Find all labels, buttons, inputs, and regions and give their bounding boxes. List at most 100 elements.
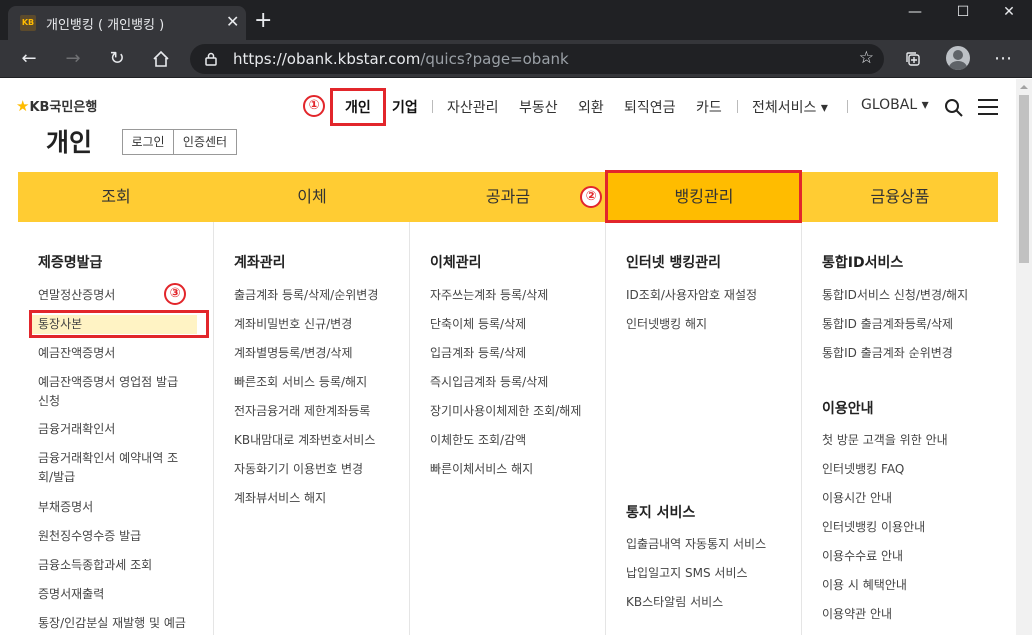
menu-link[interactable]: 예금잔액증명서 [38, 344, 203, 363]
tab-title: 개인뱅킹 ( 개인뱅킹 ) [46, 18, 165, 33]
scrollbar-thumb[interactable] [1019, 95, 1029, 263]
page-content: ★KB국민은행 개인 로그인 인증센터 개인 기업 자산관리 부동산 외환 퇴직… [0, 79, 1016, 635]
menu-link[interactable]: 이용수수료 안내 [822, 547, 987, 566]
tab-close-icon[interactable]: ✕ [226, 13, 239, 31]
menu-link[interactable]: 장기미사용이체제한 조회/해제 [430, 402, 605, 421]
url-text: https://obank.kbstar.com/quics?page=oban… [233, 50, 569, 68]
nav-all-services[interactable]: 전체서비스 ▾ [752, 97, 828, 117]
menu-link[interactable]: 통장/인감분실 재발행 및 예금 [38, 614, 213, 633]
menu-link[interactable]: 이용시간 안내 [822, 489, 987, 508]
nav-pension[interactable]: 퇴직연금 [624, 97, 676, 117]
menu-link[interactable]: 인터넷뱅킹 FAQ [822, 460, 987, 479]
annotation-box-bankbook-copy [29, 310, 209, 338]
menu-link[interactable]: 인터넷뱅킹 해지 [626, 315, 791, 334]
kb-logo[interactable]: ★KB국민은행 [16, 96, 97, 115]
profile-avatar[interactable] [946, 46, 970, 70]
menu-link[interactable]: 통합ID 출금계좌등록/삭제 [822, 315, 987, 334]
menu-link[interactable]: 금융거래확인서 예약내역 조회/발급 [38, 449, 190, 487]
column-title: 통합ID서비스 [822, 255, 904, 271]
menu-link[interactable]: 자동화기기 이용번호 변경 [234, 460, 399, 479]
menu-link[interactable]: KB스타알림 서비스 [626, 593, 791, 612]
menu-link[interactable]: 증명서재출력 [38, 585, 203, 604]
page-scrollbar[interactable] [1016, 79, 1032, 635]
nav-realestate[interactable]: 부동산 [519, 97, 558, 117]
mega-menu: 제증명발급 연말정산증명서 통장사본 예금잔액증명서 예금잔액증명서 영업점 발… [18, 222, 998, 635]
menu-link[interactable]: 납입일고지 SMS 서비스 [626, 564, 791, 583]
menu-link[interactable]: 전자금융거래 제한계좌등록 [234, 402, 399, 421]
menu-link[interactable]: 금융소득종합과세 조회 [38, 556, 203, 575]
more-menu-icon[interactable]: ⋯ [990, 46, 1016, 72]
menu-link[interactable]: ID조회/사용자암호 재설정 [626, 286, 791, 305]
menu-link[interactable]: 금융거래확인서 [38, 420, 203, 439]
menu-link[interactable]: 계좌별명등록/변경/삭제 [234, 344, 399, 363]
column-title: 인터넷 뱅킹관리 [626, 255, 722, 271]
home-icon[interactable] [148, 46, 174, 72]
back-arrow-icon[interactable]: ← [16, 46, 42, 72]
gnb-utility[interactable]: 공과금 [410, 172, 606, 222]
window-close-icon[interactable]: ✕ [994, 4, 1024, 26]
menu-link[interactable]: 입금계좌 등록/삭제 [430, 344, 595, 363]
menu-link[interactable]: 계좌뷰서비스 해지 [234, 489, 399, 508]
annotation-box-personal [330, 88, 386, 126]
browser-tab[interactable]: KB 개인뱅킹 ( 개인뱅킹 ) ✕ [8, 6, 246, 40]
column-title: 통지 서비스 [626, 505, 696, 521]
menu-link[interactable]: 통합ID서비스 신청/변경/해지 [822, 286, 987, 305]
gnb-financial-products[interactable]: 금융상품 [802, 172, 998, 222]
menu-link[interactable]: 이용 시 혜택안내 [822, 576, 987, 595]
nav-business[interactable]: 기업 [392, 97, 418, 117]
menu-column-integrated-id: 통합ID서비스 통합ID서비스 신청/변경/해지 통합ID 출금계좌등록/삭제 … [802, 222, 998, 635]
annotation-number-2: ② [580, 186, 602, 208]
menu-link[interactable]: 출금계좌 등록/삭제/순위변경 [234, 286, 399, 305]
menu-column-certificates: 제증명발급 연말정산증명서 통장사본 예금잔액증명서 예금잔액증명서 영업점 발… [18, 222, 214, 635]
menu-link[interactable]: 입출금내역 자동통지 서비스 [626, 535, 791, 554]
scroll-up-icon[interactable] [1020, 83, 1028, 91]
menu-link[interactable]: 계좌비밀번호 신규/변경 [234, 315, 399, 334]
forward-arrow-icon[interactable]: → [60, 46, 86, 72]
main-menu-bar: 조회 이체 공과금 뱅킹관리 금융상품 [18, 172, 998, 222]
maximize-icon[interactable]: ☐ [948, 4, 978, 26]
menu-link[interactable]: 자주쓰는계좌 등록/삭제 [430, 286, 595, 305]
column-title: 계좌관리 [234, 255, 286, 271]
column-title: 이용안내 [822, 401, 874, 417]
nav-divider [432, 100, 433, 113]
menu-link[interactable]: 인터넷뱅킹 이용안내 [822, 518, 987, 537]
annotation-box-banking-management [605, 170, 802, 223]
menu-link[interactable]: 즉시입금계좌 등록/삭제 [430, 373, 595, 392]
browser-titlebar: KB 개인뱅킹 ( 개인뱅킹 ) ✕ + — ☐ ✕ [0, 0, 1032, 40]
collections-icon[interactable] [900, 46, 926, 72]
menu-link[interactable]: 예금잔액증명서 영업점 발급 신청 [38, 373, 188, 411]
menu-link[interactable]: 빠른조회 서비스 등록/해지 [234, 373, 399, 392]
menu-column-account-management: 계좌관리 출금계좌 등록/삭제/순위변경 계좌비밀번호 신규/변경 계좌별명등록… [214, 222, 410, 635]
menu-link[interactable]: 원천징수영수증 발급 [38, 527, 203, 546]
minimize-icon[interactable]: — [900, 4, 930, 26]
address-bar[interactable]: https://obank.kbstar.com/quics?page=oban… [190, 44, 884, 74]
hamburger-menu-icon[interactable] [978, 99, 998, 115]
nav-global[interactable]: GLOBAL ▾ [861, 97, 929, 113]
column-title: 이체관리 [430, 255, 482, 271]
lock-icon [205, 52, 217, 66]
menu-column-transfer-management: 이체관리 자주쓰는계좌 등록/삭제 단축이체 등록/삭제 입금계좌 등록/삭제 … [410, 222, 606, 635]
gnb-inquiry[interactable]: 조회 [18, 172, 214, 222]
nav-card[interactable]: 카드 [696, 97, 722, 117]
search-icon[interactable] [944, 98, 964, 118]
cert-center-button[interactable]: 인증센터 [173, 129, 237, 155]
login-button[interactable]: 로그인 [122, 129, 174, 155]
menu-link[interactable]: 통합ID 출금계좌 순위변경 [822, 344, 987, 363]
gnb-transfer[interactable]: 이체 [214, 172, 410, 222]
menu-link[interactable]: 이체한도 조회/감액 [430, 431, 595, 450]
nav-fx[interactable]: 외환 [578, 97, 604, 117]
menu-link[interactable]: KB내맘대로 계좌번호서비스 [234, 431, 399, 450]
menu-link[interactable]: 부채증명서 [38, 498, 203, 517]
new-tab-icon[interactable]: + [254, 9, 272, 33]
menu-link[interactable]: 빠른이체서비스 해지 [430, 460, 595, 479]
menu-column-internet-banking: 인터넷 뱅킹관리 ID조회/사용자암호 재설정 인터넷뱅킹 해지 통지 서비스 … [606, 222, 802, 635]
menu-link[interactable]: 단축이체 등록/삭제 [430, 315, 595, 334]
nav-divider [737, 100, 738, 113]
menu-link[interactable]: 첫 방문 고객을 위한 안내 [822, 431, 987, 450]
menu-link[interactable]: 이용약관 안내 [822, 605, 987, 624]
reload-icon[interactable]: ↻ [104, 46, 130, 72]
nav-asset[interactable]: 자산관리 [447, 97, 499, 117]
annotation-number-1: ① [303, 95, 325, 117]
bookmark-star-icon[interactable]: ☆ [859, 48, 874, 68]
column-title: 제증명발급 [38, 255, 103, 271]
